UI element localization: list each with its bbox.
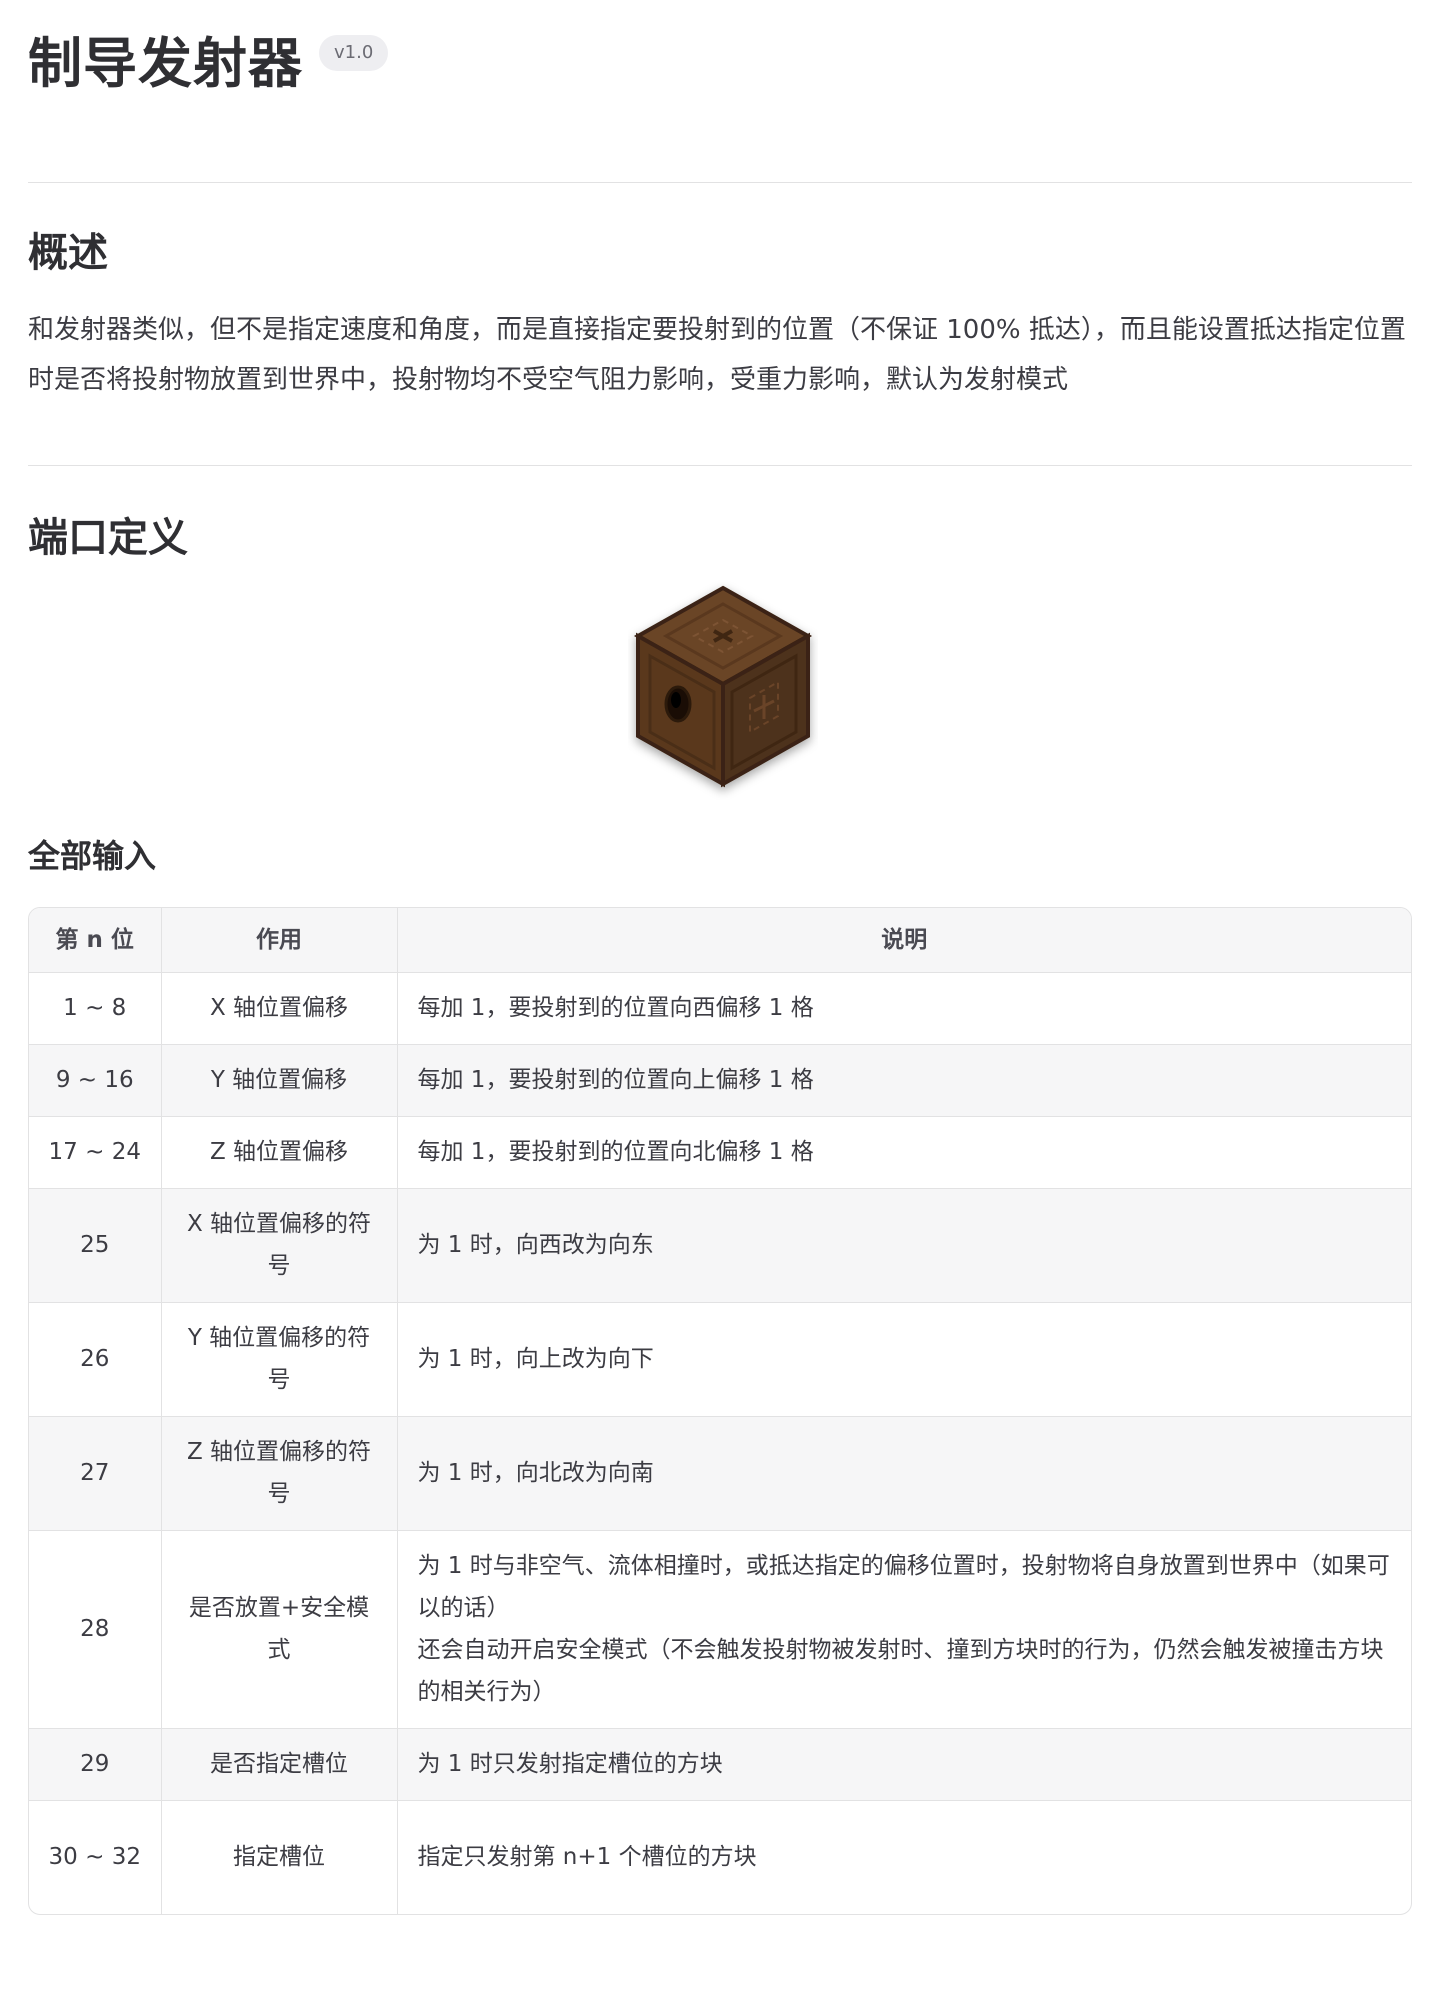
cell-description: 指定只发射第 n+1 个槽位的方块 [417,1844,757,1871]
cell-bit-range: 27 [29,1416,162,1531]
cell-function: 是否放置+安全模式 [161,1530,398,1729]
cell-bit-range: 17 ~ 24 [29,1116,162,1189]
cell-bit-range: 25 [29,1188,162,1303]
dispenser-block-icon [633,585,813,788]
cell-description: 每加 1，要投射到的位置向北偏移 1 格 [397,1116,1411,1189]
cell-bit-range: 26 [29,1302,162,1417]
column-header-n: 第 n 位 [29,908,162,973]
cell-function: Z 轴位置偏移 [161,1116,398,1189]
inputs-heading: 全部输入 [28,837,157,875]
cell-bit-range: 29 [29,1728,162,1801]
page-title: 制导发射器 [28,32,303,95]
title-row: 制导发射器 v1.0 [28,0,1412,100]
description-line: 为 1 时与非空气、流体相撞时，或抵达指定的偏移位置时，投射物将自身放置到世界中… [417,1553,1390,1621]
cell-function: 指定槽位 [161,1800,398,1914]
ports-heading: 端口定义 [28,515,188,561]
cell-bit-range: 1 ~ 8 [29,972,162,1045]
section-divider [28,465,1412,466]
table-row: 29 是否指定槽位 为 1 时只发射指定槽位的方块 [29,1728,1411,1801]
cell-description: 为 1 时，向西改为向东 [397,1188,1411,1303]
cell-description: 每加 1，要投射到的位置向上偏移 1 格 [397,1044,1411,1117]
cell-function: 是否指定槽位 [161,1728,398,1801]
overview-text: 和发射器类似，但不是指定速度和角度，而是直接指定要投射到的位置（不保证 100%… [28,315,1406,395]
inputs-table: 第 n 位 作用 说明 1 ~ 8 X 轴位置偏移 每加 1，要投射到的位置向西… [29,908,1411,1914]
cell-function: X 轴位置偏移 [161,972,398,1045]
cell-bit-range: 9 ~ 16 [29,1044,162,1117]
cell-description: 为 1 时与非空气、流体相撞时，或抵达指定的偏移位置时，投射物将自身放置到世界中… [397,1530,1411,1729]
version-badge: v1.0 [319,35,389,71]
block-image-container [28,580,1412,820]
table-header-row: 第 n 位 作用 说明 [29,908,1411,973]
table-row: 17 ~ 24 Z 轴位置偏移 每加 1，要投射到的位置向北偏移 1 格 [29,1116,1411,1189]
cell-description: 每加 1，要投射到的位置向西偏移 1 格 [397,972,1411,1045]
section-divider [28,182,1412,183]
cell-description: 为 1 时，向上改为向下 [397,1302,1411,1417]
table-row: 30 ~ 32 指定槽位 指定只发射第 n+1 个槽位的方块 [29,1800,1411,1914]
inputs-table-container: 第 n 位 作用 说明 1 ~ 8 X 轴位置偏移 每加 1，要投射到的位置向西… [28,907,1412,1915]
cell-bit-range: 28 [29,1530,162,1729]
column-header-description: 说明 [397,908,1411,973]
description-line: 还会自动开启安全模式（不会触发投射物被发射时、撞到方块时的行为，仍然会触发被撞击… [417,1637,1384,1705]
overview-heading: 概述 [28,230,108,276]
cell-description: 为 1 时，向北改为向南 [397,1416,1411,1531]
cell-function: X 轴位置偏移的符号 [161,1188,398,1303]
table-row: 28 是否放置+安全模式 为 1 时与非空气、流体相撞时，或抵达指定的偏移位置时… [29,1530,1411,1729]
table-row: 25 X 轴位置偏移的符号 为 1 时，向西改为向东 [29,1188,1411,1303]
doc-page: 制导发射器 v1.0 概述 和发射器类似，但不是指定速度和角度，而是直接指定要投… [0,0,1440,1993]
table-row: 9 ~ 16 Y 轴位置偏移 每加 1，要投射到的位置向上偏移 1 格 [29,1044,1411,1117]
table-row: 27 Z 轴位置偏移的符号 为 1 时，向北改为向南 [29,1416,1411,1531]
cell-function: Z 轴位置偏移的符号 [161,1416,398,1531]
table-row: 1 ~ 8 X 轴位置偏移 每加 1，要投射到的位置向西偏移 1 格 [29,972,1411,1045]
cell-description: 为 1 时只发射指定槽位的方块 [397,1728,1411,1801]
column-header-function: 作用 [161,908,398,973]
cell-function: Y 轴位置偏移的符号 [161,1302,398,1417]
table-row: 26 Y 轴位置偏移的符号 为 1 时，向上改为向下 [29,1302,1411,1417]
cell-bit-range: 30 ~ 32 [29,1800,162,1914]
cell-function: Y 轴位置偏移 [161,1044,398,1117]
